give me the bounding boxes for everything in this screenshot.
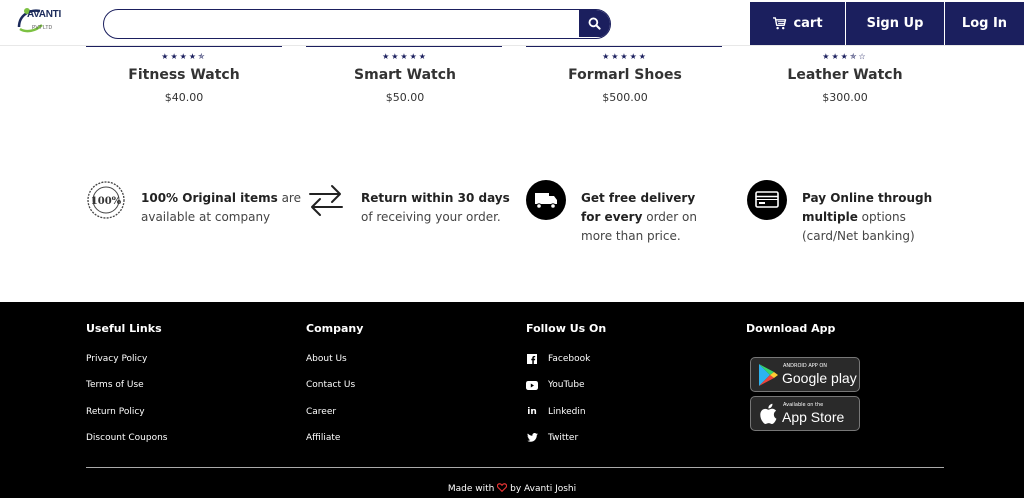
- apple-icon: [760, 403, 777, 424]
- product-price: $500.00: [602, 91, 648, 104]
- feature-delivery: Get free delivery for every order on mor…: [526, 180, 726, 250]
- badge-small-text: Available on the: [783, 402, 824, 408]
- social-label: Twitter: [548, 432, 579, 443]
- footer-heading: Download App: [746, 322, 836, 335]
- footer-heading: Follow Us On: [526, 322, 607, 335]
- feature-text: Pay Online through multiple options (car…: [802, 191, 933, 243]
- credit-card-icon: [747, 180, 787, 220]
- feature-text: 100% Original items are available at com…: [141, 191, 301, 224]
- social-label: Facebook: [548, 354, 591, 364]
- footer-divider: [86, 467, 944, 468]
- footer-link-privacy[interactable]: Privacy Policy: [86, 353, 167, 379]
- feature-text: Get free delivery for every order on mor…: [581, 191, 697, 243]
- youtube-icon: [526, 379, 538, 391]
- twitter-icon: [526, 432, 538, 444]
- rating-stars: ★★★✯☆: [822, 52, 868, 61]
- footer-download: Download App ANDROID APP ON Google play …: [746, 322, 946, 462]
- product-price: $40.00: [164, 91, 204, 104]
- signup-button[interactable]: Sign Up: [846, 2, 944, 45]
- footer-link-facebook[interactable]: Facebook: [526, 353, 606, 379]
- rating-stars: ★★★★★: [382, 52, 428, 61]
- feature-return: Return within 30 days of receiving your …: [306, 180, 516, 250]
- app-store-badge[interactable]: Available on the App Store: [750, 396, 860, 431]
- heart-icon: [497, 483, 508, 493]
- footer-link-twitter[interactable]: Twitter: [526, 432, 606, 458]
- login-label: Log In: [961, 16, 1008, 31]
- google-play-badge[interactable]: ANDROID APP ON Google play: [750, 357, 860, 392]
- footer-link-terms[interactable]: Terms of Use: [86, 379, 167, 405]
- product-name[interactable]: Fitness Watch: [84, 67, 284, 83]
- facebook-icon: [526, 353, 538, 365]
- cart-label: cart: [793, 16, 823, 31]
- rating-stars: ★★★★★: [602, 52, 648, 61]
- footer-heading: Company: [306, 322, 364, 335]
- footer-credit: Made with by Avanti Joshi: [447, 483, 577, 494]
- footer-heading: Useful Links: [86, 322, 162, 335]
- cart-button[interactable]: cart: [750, 2, 845, 45]
- site-footer: Useful Links Privacy Policy Terms of Use…: [0, 302, 1024, 498]
- logo-text: AVANTI: [27, 9, 61, 20]
- product-card[interactable]: ★★★★★ Smart Watch $50.00: [305, 50, 505, 104]
- product-price: $300.00: [822, 91, 868, 104]
- logo-subtext: PVT LTD: [32, 25, 53, 31]
- product-name[interactable]: Leather Watch: [745, 67, 945, 83]
- footer-link-contact[interactable]: Contact Us: [306, 379, 363, 405]
- footer-link-youtube[interactable]: YouTube: [526, 379, 606, 405]
- social-label: YouTube: [548, 380, 585, 391]
- search-icon: [588, 17, 601, 30]
- footer-link-linkedin[interactable]: in Linkedin: [526, 406, 606, 432]
- return-arrows-icon: [309, 185, 343, 216]
- site-header: AVANTI PVT LTD cart Sign Up Log In: [0, 0, 1024, 46]
- footer-link-career[interactable]: Career: [306, 406, 363, 432]
- feature-original: 100% 100% Original items are available a…: [86, 180, 301, 250]
- signup-label: Sign Up: [866, 16, 924, 31]
- feature-text: Return within 30 days of receiving your …: [361, 191, 510, 224]
- feature-payment: Pay Online through multiple options (car…: [747, 180, 947, 250]
- footer-company: Company About Us Contact Us Career Affil…: [306, 322, 363, 458]
- search-button[interactable]: [579, 10, 610, 37]
- product-name[interactable]: Smart Watch: [305, 67, 505, 83]
- footer-link-about[interactable]: About Us: [306, 353, 363, 379]
- footer-useful-links: Useful Links Privacy Policy Terms of Use…: [86, 322, 167, 458]
- delivery-truck-icon: [526, 180, 566, 220]
- product-name[interactable]: Formarl Shoes: [525, 67, 725, 83]
- footer-link-return[interactable]: Return Policy: [86, 406, 167, 432]
- footer-link-affiliate[interactable]: Affiliate: [306, 432, 363, 458]
- product-card[interactable]: ★★★★✯ Fitness Watch $40.00: [84, 50, 284, 104]
- rating-stars: ★★★★✯: [161, 52, 207, 61]
- cart-icon: [773, 17, 787, 30]
- product-price: $50.00: [385, 91, 425, 104]
- social-label: Linkedin: [548, 406, 586, 417]
- product-card[interactable]: ★★★★★ Formarl Shoes $500.00: [525, 50, 725, 104]
- linkedin-icon: in: [527, 406, 537, 417]
- brand-logo[interactable]: AVANTI PVT LTD: [16, 7, 61, 37]
- footer-follow: Follow Us On Facebook YouTube in Linkedi…: [526, 322, 606, 458]
- login-button[interactable]: Log In: [945, 2, 1024, 45]
- badge-small-text: ANDROID APP ON: [783, 363, 828, 369]
- search-input[interactable]: [104, 10, 580, 37]
- svg-text:100%: 100%: [91, 196, 122, 207]
- product-card[interactable]: ★★★✯☆ Leather Watch $300.00: [745, 50, 945, 104]
- search-bar: [103, 9, 611, 39]
- footer-link-coupons[interactable]: Discount Coupons: [86, 432, 167, 458]
- original-badge-icon: 100%: [87, 181, 125, 219]
- badge-big-text: App Store: [782, 409, 845, 425]
- badge-big-text: Google play: [782, 370, 857, 386]
- google-play-icon: [759, 364, 778, 386]
